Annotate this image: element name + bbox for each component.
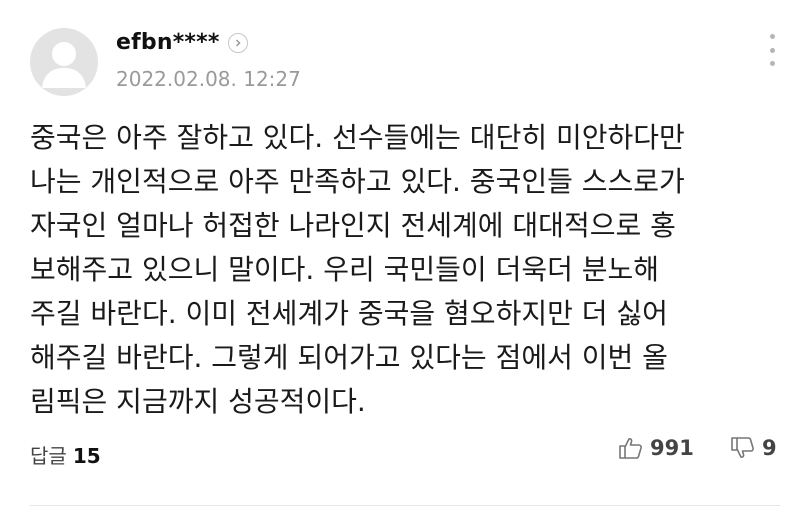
dislike-button[interactable]: 9: [730, 436, 777, 460]
dislike-count: 9: [762, 436, 777, 460]
reply-label: 답글: [30, 444, 67, 468]
more-options-icon[interactable]: [760, 30, 784, 70]
timestamp: 2022.02.08. 12:27: [116, 67, 301, 91]
comment-line: 자국인 얼마나 허접한 나라인지 전세계에 대대적으로 홍: [30, 209, 676, 242]
comment-line: 중국은 아주 잘하고 있다. 선수들에는 대단히 미안하다만: [30, 121, 685, 154]
thumbs-down-icon: [731, 437, 754, 458]
author-row: efbn****: [116, 30, 248, 55]
default-profile-icon: [42, 42, 86, 88]
thumbs-up-icon: [619, 438, 642, 459]
comment-line: 해주길 바란다. 그렇게 되어가고 있다는 점에서 이번 올: [30, 341, 668, 374]
like-button[interactable]: 991: [618, 436, 694, 460]
reply-count: 15: [72, 444, 101, 468]
avatar[interactable]: [30, 28, 98, 96]
username[interactable]: efbn****: [116, 30, 220, 55]
reply-button[interactable]: 답글 15: [30, 440, 101, 469]
comment-line: 주길 바란다. 이미 전세계가 중국을 혐오하지만 더 싫어: [30, 297, 668, 330]
comment-line: 림픽은 지금까지 성공적이다.: [30, 385, 366, 418]
like-count: 991: [650, 436, 694, 460]
comment-line: 보해주고 있으니 말이다. 우리 국민들이 더욱더 분노해: [30, 253, 660, 286]
comment-text: 중국은 아주 잘하고 있다. 선수들에는 대단히 미안하다만 나는 개인적으로 …: [30, 116, 782, 424]
divider: [30, 505, 780, 506]
comment-line: 나는 개인적으로 아주 만족하고 있다. 중국인들 스스로가: [30, 165, 685, 198]
chevron-right-icon[interactable]: [227, 32, 248, 53]
